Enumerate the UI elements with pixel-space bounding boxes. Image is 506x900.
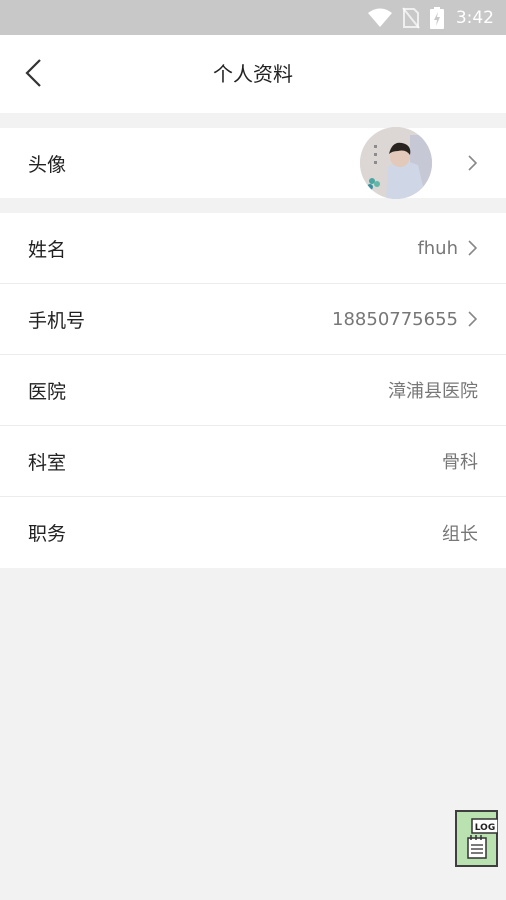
avatar-row[interactable]: 头像 [0,127,506,199]
page-title: 个人资料 [213,62,293,86]
chevron-right-icon [468,311,478,327]
profile-section: 姓名 fhuh 手机号 18850775655 医院 漳浦县医院 科室 骨科 职… [0,213,506,568]
avatar-label: 头像 [28,153,67,176]
position-value: 组长 [442,523,478,545]
log-button-label: LOG [475,823,495,833]
name-row[interactable]: 姓名 fhuh [0,213,506,284]
phone-value: 18850775655 [332,308,458,330]
department-label: 科室 [28,451,67,474]
phone-row[interactable]: 手机号 18850775655 [0,284,506,355]
avatar-section: 头像 [0,127,506,199]
avatar-photo [360,127,432,199]
position-label: 职务 [28,523,67,545]
status-bar: 3:42 [0,0,506,35]
battery-charging-icon [429,6,444,29]
phone-label: 手机号 [28,309,86,332]
hospital-label: 医院 [28,380,67,403]
hospital-row: 医院 漳浦县医院 [0,355,506,426]
department-value: 骨科 [442,452,478,473]
hospital-value: 漳浦县医院 [388,381,478,402]
position-row: 职务 组长 [0,497,506,568]
app-bar: 个人资料 [0,35,506,113]
chevron-right-icon [468,240,478,256]
name-value: fhuh [417,237,458,259]
no-sim-icon [402,6,420,29]
log-button[interactable]: LOG [455,810,498,867]
notepad-icon [467,837,487,859]
status-time: 3:42 [455,7,494,28]
department-row: 科室 骨科 [0,426,506,497]
chevron-right-icon [468,155,478,171]
avatar [360,127,432,199]
wifi-icon [367,8,392,28]
name-label: 姓名 [28,238,67,261]
